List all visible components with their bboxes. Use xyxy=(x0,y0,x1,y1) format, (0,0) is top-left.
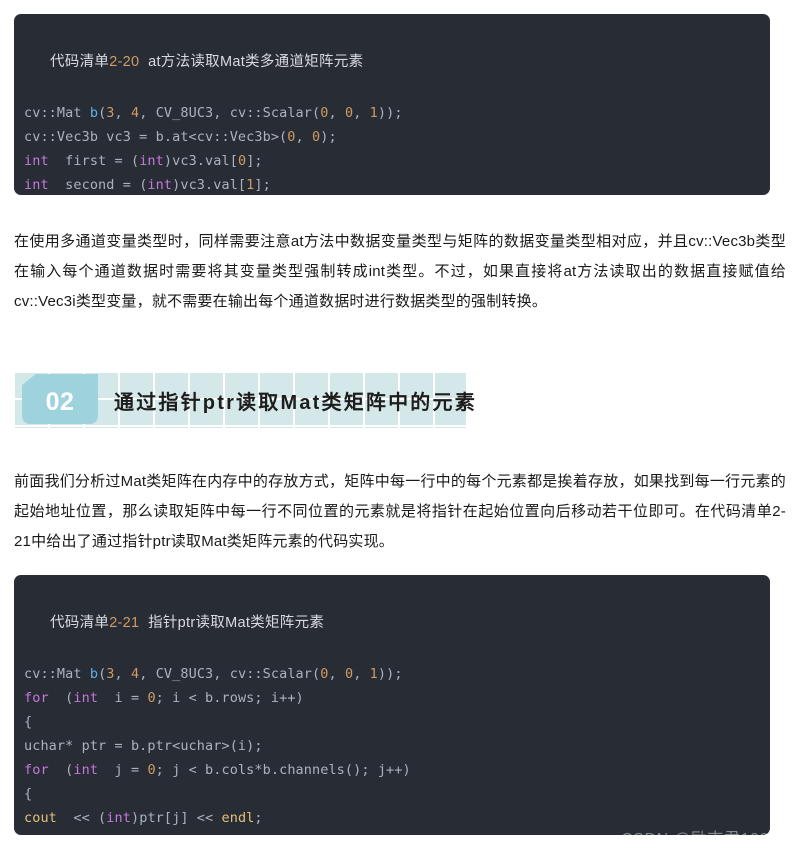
section-heading-title: 通过指针ptr读取Mat类矩阵中的元素 xyxy=(114,391,477,414)
code-line: { xyxy=(24,786,33,802)
code-line: int first = (int)vc3.val[0]; xyxy=(24,153,263,169)
code-block-listing-2-21: 代码清单2-21 指针ptr读取Mat类矩阵元素 cv::Mat b(3, 4,… xyxy=(14,575,770,835)
paragraph-multichannel-at: 在使用多通道变量类型时，同样需要注意at方法中数据变量类型与矩阵的数据变量类型相… xyxy=(14,233,786,310)
code-block-title: 代码清单2-21 指针ptr读取Mat类矩阵元素 xyxy=(14,584,770,662)
paragraph-ptr-intro: 前面我们分析过Mat类矩阵在内存中的存放方式，矩阵中每一行中的每个元素都是挨着存… xyxy=(14,473,786,550)
code-block-title: 代码清单2-20 at方法读取Mat类多通道矩阵元素 xyxy=(14,23,770,101)
code-block-listing-2-20: 代码清单2-20 at方法读取Mat类多通道矩阵元素 cv::Mat b(3, … xyxy=(14,14,770,195)
code-line: { xyxy=(24,714,33,730)
code-line: for (int i = 0; i < b.rows; i++) xyxy=(24,690,304,706)
code-line: for (int j = 0; j < b.cols*b.channels();… xyxy=(24,762,411,778)
article-page: 代码清单2-20 at方法读取Mat类多通道矩阵元素 cv::Mat b(3, … xyxy=(0,0,800,855)
code-title-number: 2-20 xyxy=(109,54,140,70)
code-line: cout << (int)ptr[j] << endl; xyxy=(24,810,263,826)
code-title-suffix: 指针ptr读取Mat类矩阵元素 xyxy=(139,615,325,631)
code-title-number: 2-21 xyxy=(109,615,140,631)
code-line: uchar* ptr = b.ptr<uchar>(i); xyxy=(24,738,263,754)
code-line: cv::Vec3b vc3 = b.at<cv::Vec3b>(0, 0); xyxy=(24,129,337,145)
code-line: } xyxy=(14,830,770,835)
code-title-suffix: at方法读取Mat类多通道矩阵元素 xyxy=(139,54,364,70)
section-heading-02: 02 通过指针ptr读取Mat类矩阵中的元素 xyxy=(14,372,475,428)
code-line: int second = (int)vc3.val[1]; xyxy=(24,177,271,193)
heading-badge-number: 02 xyxy=(45,387,75,416)
code-title-prefix: 代码清单 xyxy=(49,615,110,631)
code-title-prefix: 代码清单 xyxy=(49,54,110,70)
code-line: cv::Mat b(3, 4, CV_8UC3, cv::Scalar(0, 0… xyxy=(24,105,403,121)
code-line: cv::Mat b(3, 4, CV_8UC3, cv::Scalar(0, 0… xyxy=(24,666,403,682)
